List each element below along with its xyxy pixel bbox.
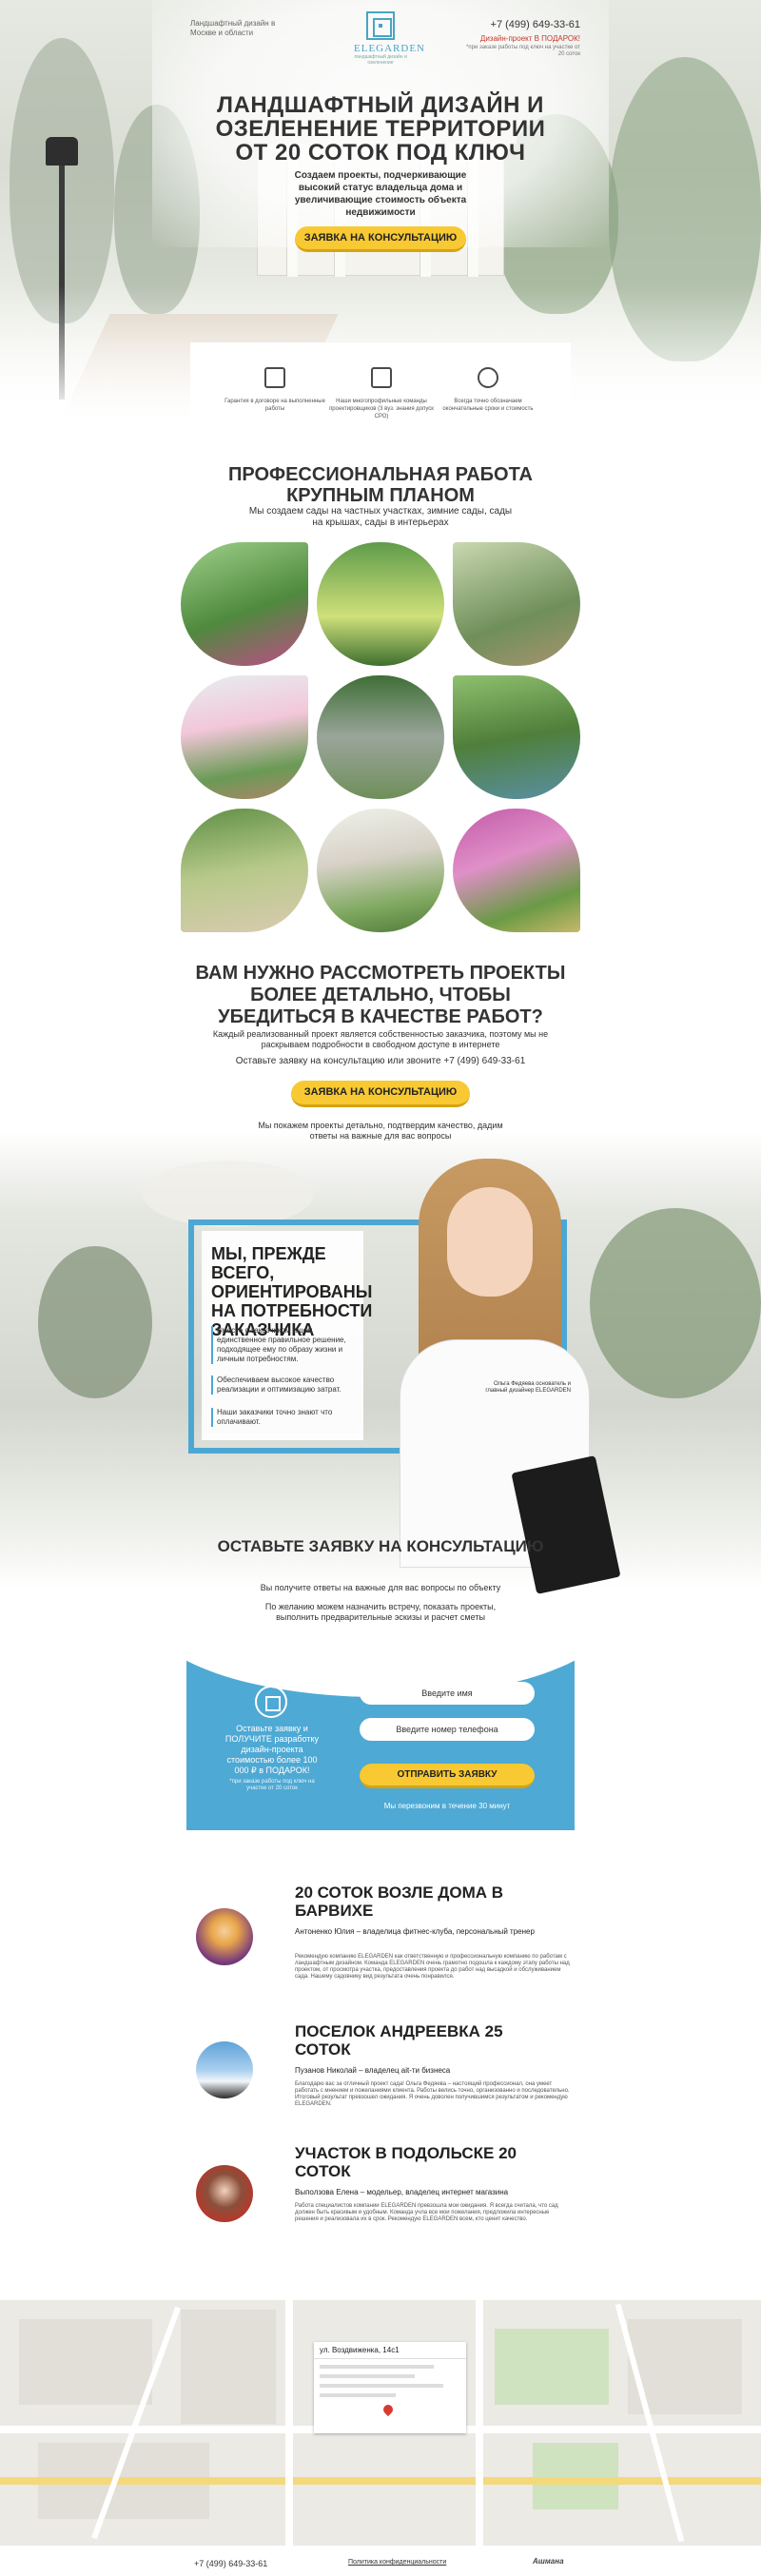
hero-title: ЛАНДШАФТНЫЙ ДИЗАЙН И ОЗЕЛЕНЕНИЕ ТЕРРИТОР… xyxy=(215,92,546,166)
gift-note: *при заказе работы под ключ на участке о… xyxy=(229,1779,315,1791)
designer-caption: Ольга Федяева основатель и главный дизай… xyxy=(485,1381,571,1394)
logo-subtitle: ландшафтный дизайн и озеленение xyxy=(354,54,407,66)
submit-button[interactable]: ОТПРАВИТЬ ЗАЯВКУ xyxy=(360,1764,535,1788)
map-address: ул. Воздвиженка, 14с1 xyxy=(314,2342,466,2359)
form-description: По желанию можем назначить встречу, пока… xyxy=(264,1602,497,1622)
form-subtitle: Вы получите ответы на важные для вас воп… xyxy=(260,1583,501,1592)
header-gift-note: *при заказе работы под ключ на участке о… xyxy=(466,45,580,57)
gallery-photo-rhododendron[interactable] xyxy=(453,809,580,932)
phone-input[interactable] xyxy=(360,1718,535,1741)
header-phone[interactable]: +7 (499) 649-33-61 xyxy=(466,19,580,30)
gallery-photo-lantern[interactable] xyxy=(317,675,444,799)
detail-call: Оставьте заявку на консультацию или звон… xyxy=(235,1056,526,1066)
review-title: 20 СОТОК ВОЗЛЕ ДОМА В БАРВИХЕ xyxy=(295,1883,504,1920)
feature-text: Гарантия в договоре на выполненные работ… xyxy=(224,399,325,412)
gallery-photo-sundial[interactable] xyxy=(181,809,308,932)
footer-brand[interactable]: Ашмана xyxy=(533,2557,564,2566)
review-author: Антоненко Юлия – владелица фитнес-клуба,… xyxy=(295,1927,535,1936)
detail-subtitle: Каждый реализованный проект является соб… xyxy=(212,1029,549,1049)
needs-paragraph-3: Наши заказчики точно знают что оплачиваю… xyxy=(211,1408,350,1427)
features-panel: Гарантия в договоре на выполненные работ… xyxy=(190,342,571,438)
gallery-photo-shrubs[interactable] xyxy=(317,542,444,666)
gallery xyxy=(181,542,580,932)
review-text: Рекомендую компанию ELEGARDEN как ответс… xyxy=(295,1954,570,1980)
logo-name: ELEGARDEN xyxy=(354,43,425,54)
contract-icon xyxy=(264,367,285,388)
document-icon xyxy=(371,367,392,388)
professional-title: ПРОФЕССИОНАЛЬНАЯ РАБОТА КРУПНЫМ ПЛАНОМ xyxy=(228,464,533,506)
map-info-card[interactable]: ул. Воздвиженка, 14с1 xyxy=(314,2342,466,2433)
review-title: УЧАСТОК В ПОДОЛЬСКЕ 20 СОТОК xyxy=(295,2144,517,2180)
avatar xyxy=(196,2165,253,2222)
avatar xyxy=(196,1908,253,1965)
feature-text: Наши многопрофильные команды проектировщ… xyxy=(329,399,434,420)
gallery-photo-bridge[interactable] xyxy=(453,542,580,666)
avatar xyxy=(196,2041,253,2098)
review-text: Работа специалистов компании ELEGARDEN п… xyxy=(295,2203,558,2222)
form-title: ОСТАВЬТЕ ЗАЯВКУ НА КОНСУЛЬТАЦИЮ xyxy=(217,1537,544,1555)
needs-paragraph-2: Обеспечиваем высокое качество реализации… xyxy=(211,1376,350,1395)
feature-terms: Всегда точно обозначаем окончательные ср… xyxy=(436,367,540,413)
footer-phone[interactable]: +7 (499) 649-33-61 xyxy=(194,2559,267,2568)
review-author: Выползова Елена – модельер, владелец инт… xyxy=(295,2188,509,2196)
feature-team: Наши многопрофильные команды проектировщ… xyxy=(329,367,434,420)
privacy-policy-link[interactable]: Политика конфиденциальности xyxy=(348,2559,446,2566)
gift-offer: Оставьте заявку и ПОЛУЧИТЕ разработку ди… xyxy=(224,1724,320,1775)
header-contacts: +7 (499) 649-33-61 Дизайн-проект В ПОДАР… xyxy=(466,19,580,58)
review-author: Пузанов Николай – владелец ait-ти бизнес… xyxy=(295,2066,451,2075)
needs-title: МЫ, ПРЕЖДЕ ВСЕГО, ОРИЕНТИРОВАНЫ НА ПОТРЕ… xyxy=(211,1244,373,1339)
header-gift: Дизайн-проект В ПОДАРОК! xyxy=(479,34,580,43)
clock-icon xyxy=(478,367,498,388)
detail-consult-button[interactable]: ЗАЯВКА НА КОНСУЛЬТАЦИЮ xyxy=(291,1081,470,1107)
gallery-photo-bench[interactable] xyxy=(181,542,308,666)
designer-photo xyxy=(380,1159,621,1594)
feature-guarantee: Гарантия в договоре на выполненные работ… xyxy=(223,367,327,413)
callback-note: Мы перезвоним в течение 30 минут xyxy=(383,1802,511,1810)
needs-paragraph-1: Вместе с заказчиком ищем единственное пр… xyxy=(211,1326,350,1364)
professional-subtitle: Мы создаем сады на частных участках, зим… xyxy=(248,506,513,528)
hero-consult-button[interactable]: ЗАЯВКА НА КОНСУЛЬТАЦИЮ xyxy=(295,226,466,252)
gallery-photo-garden-bench[interactable] xyxy=(317,809,444,932)
review-title: ПОСЕЛОК АНДРЕЕВКА 25 СОТОК xyxy=(295,2022,503,2059)
review-text: Благодарю вас за отличный проект сада! О… xyxy=(295,2081,570,2107)
hero-subtitle: Создаем проекты, подчеркивающие высокий … xyxy=(294,170,467,218)
name-input[interactable] xyxy=(360,1682,535,1705)
gallery-photo-flowers[interactable] xyxy=(181,675,308,799)
logo-icon xyxy=(366,11,395,40)
detail-note: Мы покажем проекты детально, подтвердим … xyxy=(258,1121,503,1141)
gift-icon xyxy=(255,1686,287,1718)
header-tagline: Ландшафтный дизайн в Москве и области xyxy=(190,19,276,37)
logo[interactable]: ELEGARDEN ландшафтный дизайн и озеленени… xyxy=(354,11,425,66)
feature-text: Всегда точно обозначаем окончательные ср… xyxy=(442,399,534,412)
detail-title: ВАМ НУЖНО РАССМОТРЕТЬ ПРОЕКТЫ БОЛЕЕ ДЕТА… xyxy=(195,963,566,1027)
gallery-photo-pond[interactable] xyxy=(453,675,580,799)
